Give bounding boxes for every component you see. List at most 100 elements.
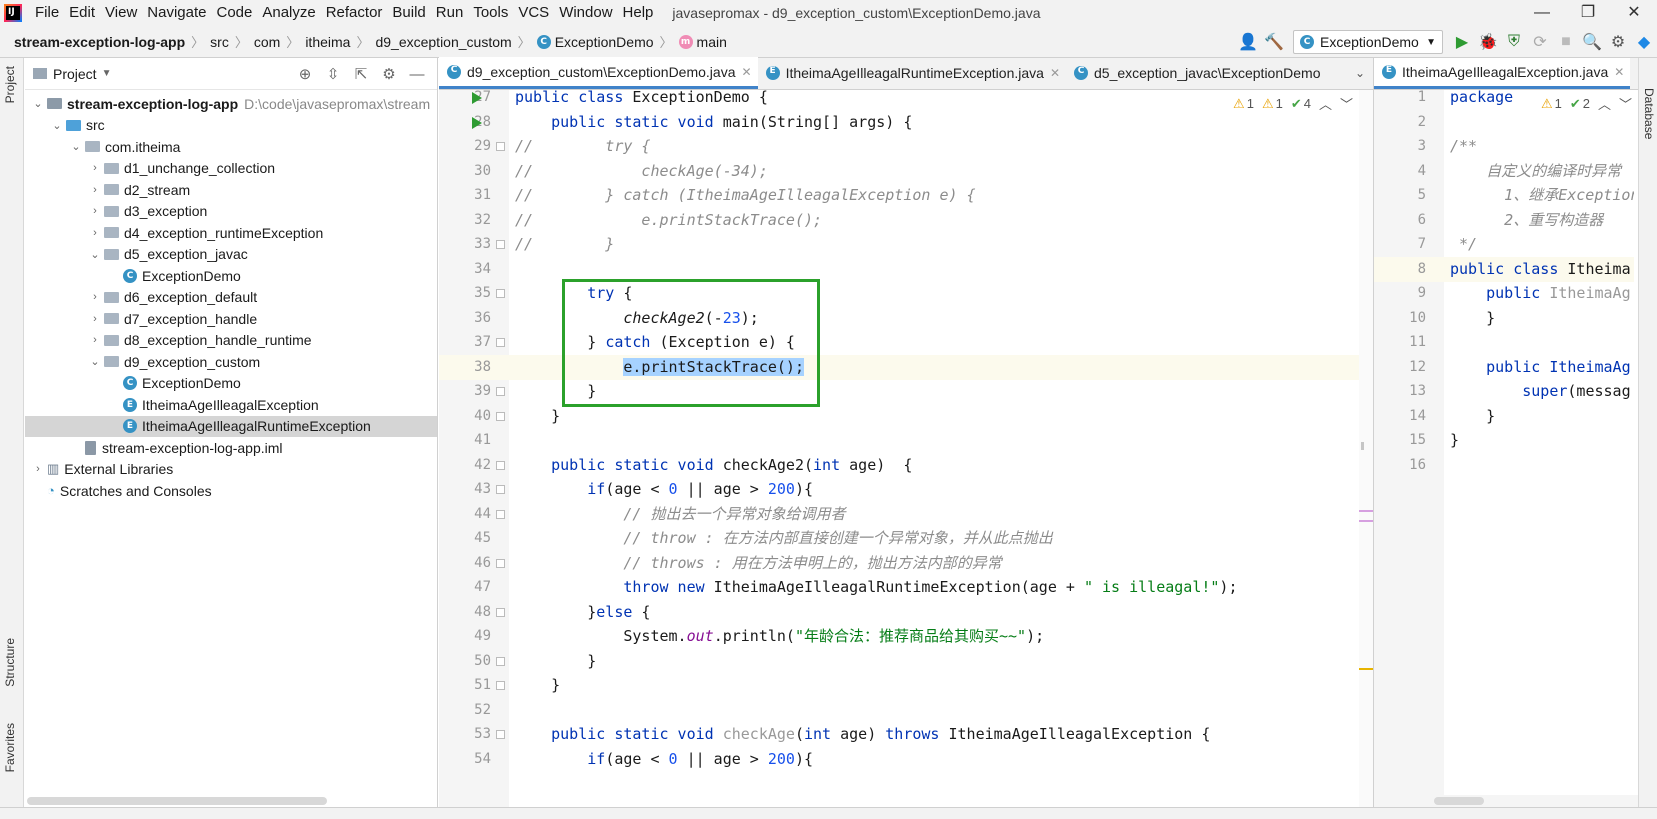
inspection-widget[interactable]: ⚠ 1 ⚠ 1 ✔ 4 ︿ ﹀ [1225,94,1353,113]
close-tab-icon[interactable]: ✕ [1050,66,1060,80]
fold-marker-icon[interactable] [496,607,505,617]
locate-icon[interactable]: ⊕ [291,65,319,83]
collapse-all-icon[interactable]: ⇱ [347,65,375,83]
split-code-area[interactable]: package /** 自定义的编译时异常 1、继承Exception 2、重写构… [1444,90,1634,807]
split-horizontal-scrollbar[interactable] [1374,795,1638,807]
menu-code[interactable]: Code [211,0,257,26]
database-tool-button[interactable]: Database [1642,88,1656,139]
expand-arrow-icon[interactable]: › [86,227,104,239]
menu-run[interactable]: Run [431,0,469,26]
tree-item[interactable]: › d7_exception_handle [25,308,437,330]
plugin-icon[interactable]: ◆ [1631,32,1657,52]
breadcrumb-item[interactable]: m main [675,34,731,50]
restore-icon[interactable]: ❐ [1565,0,1611,26]
tree-item[interactable]: › d3_exception [25,201,437,223]
menu-refactor[interactable]: Refactor [321,0,388,26]
hide-icon[interactable]: — [403,66,431,83]
menu-navigate[interactable]: Navigate [142,0,211,26]
run-configuration-select[interactable]: C ExceptionDemo ▼ [1293,30,1443,54]
fold-marker-icon[interactable] [496,411,505,421]
structure-tool-button[interactable]: Structure [3,638,17,687]
tree-item[interactable]: ⌄ d9_exception_custom [25,351,437,373]
vcs-user-icon[interactable]: 👤 [1235,32,1261,52]
fold-marker-icon[interactable] [496,142,505,151]
expand-arrow-icon[interactable]: ⌄ [67,140,85,153]
chevron-down-icon[interactable]: ▼ [102,68,112,79]
expand-arrow-icon[interactable]: ⌄ [86,355,104,368]
fold-marker-icon[interactable] [496,558,505,568]
project-tool-button[interactable]: Project [3,66,17,103]
tree-item[interactable]: stream-exception-log-app.iml [25,437,437,459]
tree-item[interactable]: › d2_stream [25,179,437,201]
project-panel-title[interactable]: Project [53,66,97,82]
menu-edit[interactable]: Edit [64,0,100,26]
tree-item[interactable]: › d4_exception_runtimeException [25,222,437,244]
fold-marker-icon[interactable] [496,289,505,298]
menu-build[interactable]: Build [387,0,430,26]
settings-gear-icon[interactable]: ⚙ [1605,32,1631,52]
expand-arrow-icon[interactable]: › [86,184,104,196]
expand-arrow-icon[interactable]: › [86,205,104,217]
fold-marker-icon[interactable] [496,509,505,519]
close-tab-icon[interactable]: ✕ [1614,65,1624,79]
search-icon[interactable]: 🔍 [1579,32,1605,52]
tree-item[interactable]: ◔ Scratches and Consoles [25,480,437,502]
expand-all-icon[interactable]: ⇳ [319,65,347,83]
profile-icon[interactable]: ⟳ [1527,32,1553,52]
menu-analyze[interactable]: Analyze [257,0,320,26]
tree-item[interactable]: › d8_exception_handle_runtime [25,330,437,352]
tree-item[interactable]: ⌄ src [25,115,437,137]
fold-marker-icon[interactable] [496,387,505,396]
close-tab-icon[interactable]: ✕ [742,65,752,79]
menu-file[interactable]: File [30,0,64,26]
fold-marker-icon[interactable] [496,485,505,494]
prev-highlight-icon[interactable]: ︿ [1319,94,1332,113]
tree-item[interactable]: E ItheimaAgeIlleagalRuntimeException [25,415,437,437]
tree-item[interactable]: ⌄ com.itheima [25,136,437,158]
breadcrumb-item[interactable]: stream-exception-log-app [10,34,189,50]
coverage-icon[interactable]: ⛨ [1501,33,1527,51]
scrollbar-thumb[interactable] [27,797,327,805]
scrollbar-thumb[interactable] [1434,797,1484,805]
expand-arrow-icon[interactable]: ⌄ [48,119,66,132]
tree-item[interactable]: C ExceptionDemo [25,373,437,395]
breadcrumb-item[interactable]: src [206,34,233,50]
expand-arrow-icon[interactable]: ⌄ [29,97,47,110]
breadcrumb-item[interactable]: C ExceptionDemo [533,34,658,50]
next-highlight-icon[interactable]: ﹀ [1619,94,1632,113]
expand-arrow-icon[interactable]: › [86,313,104,325]
editor-tab[interactable]: Cd5_exception_javac\ExceptionDemo [1066,57,1326,89]
split-inspection-widget[interactable]: ⚠ 1 ✔ 2 ︿ ﹀ [1533,94,1632,113]
next-highlight-icon[interactable]: ﹀ [1340,94,1353,113]
tree-item[interactable]: › d6_exception_default [25,287,437,309]
menu-vcs[interactable]: VCS [513,0,554,26]
code-area[interactable]: public class ExceptionDemo { public stat… [509,90,1359,807]
tree-item[interactable]: ⌄ d5_exception_javac [25,244,437,266]
menu-window[interactable]: Window [554,0,617,26]
debug-icon[interactable]: 🐞 [1475,32,1501,52]
tree-item[interactable]: E ItheimaAgeIlleagalException [25,394,437,416]
fold-marker-icon[interactable] [496,240,505,249]
editor-vertical-scrollbar[interactable] [1359,90,1373,807]
prev-highlight-icon[interactable]: ︿ [1598,94,1611,113]
run-gutter-icon[interactable] [472,92,482,104]
menu-view[interactable]: View [100,0,142,26]
fold-marker-icon[interactable] [496,681,505,690]
expand-arrow-icon[interactable]: › [29,463,47,475]
breadcrumb-item[interactable]: d9_exception_custom [371,34,515,50]
editor-tab[interactable]: E ItheimaAgeIlleagalRuntimeException.java… [758,57,1066,89]
fold-marker-icon[interactable] [496,338,505,347]
expand-arrow-icon[interactable]: › [86,291,104,303]
expand-arrow-icon[interactable]: › [86,162,104,174]
run-gutter-icon[interactable] [472,116,482,129]
fold-marker-icon[interactable] [496,730,505,739]
expand-arrow-icon[interactable]: › [86,334,104,346]
tabs-overflow-chevron-icon[interactable]: ⌄ [1355,66,1365,80]
expand-arrow-icon[interactable]: ⌄ [86,248,104,261]
stop-icon[interactable]: ■ [1553,33,1579,51]
tree-item[interactable]: › d1_unchange_collection [25,158,437,180]
fold-marker-icon[interactable] [496,656,505,666]
tree-item[interactable]: › ▥ External Libraries [25,459,437,481]
breadcrumb-item[interactable]: com [250,34,284,50]
menu-tools[interactable]: Tools [468,0,513,26]
